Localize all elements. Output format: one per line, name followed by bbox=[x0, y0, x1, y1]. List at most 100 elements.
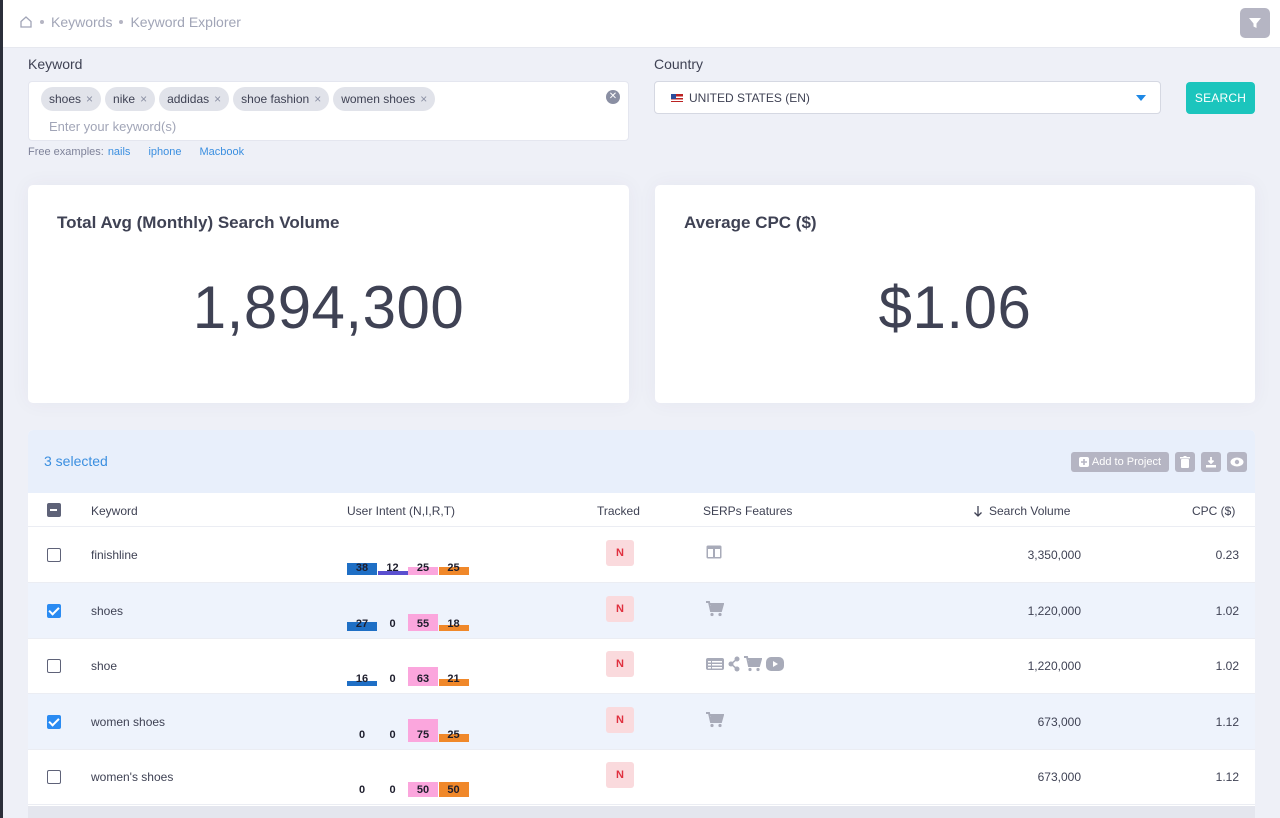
user-intent-bar: 0 0 75 25 bbox=[347, 718, 469, 742]
tracked-badge[interactable]: N bbox=[606, 762, 634, 788]
layout-icon[interactable] bbox=[706, 545, 722, 559]
download-button[interactable] bbox=[1201, 452, 1221, 472]
table-row[interactable]: women shoes 0 0 75 25 N 673,000 1.12 bbox=[28, 693, 1255, 750]
keyword-input[interactable] bbox=[49, 116, 449, 136]
tracked-badge[interactable]: N bbox=[606, 651, 634, 677]
example-link[interactable]: iphone bbox=[148, 146, 181, 158]
intent-segment: 50 bbox=[438, 773, 469, 797]
keyword-tag: women shoes × bbox=[333, 87, 436, 111]
cart-icon[interactable] bbox=[706, 711, 724, 728]
row-checkbox[interactable] bbox=[47, 659, 61, 673]
row-cpc: 1.12 bbox=[1215, 770, 1239, 784]
row-checkbox[interactable] bbox=[47, 714, 61, 729]
keyword-tag-label: women shoes bbox=[341, 92, 416, 106]
search-volume-title: Total Avg (Monthly) Search Volume bbox=[57, 213, 340, 232]
tag-remove-icon[interactable]: × bbox=[214, 92, 221, 106]
free-examples: Free examples: nails iphone Macbook bbox=[28, 146, 258, 158]
example-link[interactable]: nails bbox=[108, 146, 131, 158]
row-cpc: 1.02 bbox=[1215, 659, 1239, 673]
average-cpc-card: Average CPC ($) $1.06 bbox=[655, 185, 1255, 403]
breadcrumb: Keywords Keyword Explorer bbox=[19, 14, 241, 30]
intent-value: 25 bbox=[447, 562, 460, 574]
video-icon[interactable] bbox=[766, 657, 784, 671]
row-checkbox[interactable] bbox=[47, 603, 61, 618]
header-search-volume[interactable]: Search Volume bbox=[973, 504, 1070, 518]
row-keyword[interactable]: women shoes bbox=[91, 715, 165, 729]
intent-segment: 0 bbox=[378, 607, 408, 631]
intent-value: 0 bbox=[389, 728, 396, 741]
delete-button[interactable] bbox=[1175, 452, 1195, 472]
header-serps-features[interactable]: SERPs Features bbox=[703, 504, 792, 518]
tag-remove-icon[interactable]: × bbox=[420, 92, 427, 106]
tag-remove-icon[interactable]: × bbox=[86, 92, 93, 106]
tag-remove-icon[interactable]: × bbox=[140, 92, 147, 106]
tracked-badge[interactable]: N bbox=[606, 540, 634, 566]
table-row[interactable]: women's shoes 0 0 50 50 N 673,000 1.12 bbox=[28, 749, 1255, 805]
row-search-volume: 1,220,000 bbox=[1027, 659, 1081, 673]
row-keyword[interactable]: finishline bbox=[91, 548, 138, 562]
cart-icon[interactable] bbox=[744, 656, 762, 672]
intent-segment: 0 bbox=[347, 718, 377, 742]
average-cpc-title: Average CPC ($) bbox=[684, 213, 817, 232]
plus-icon bbox=[1078, 457, 1089, 467]
header-tracked[interactable]: Tracked bbox=[597, 504, 640, 518]
serps-features bbox=[706, 656, 784, 672]
row-checkbox[interactable] bbox=[47, 770, 61, 784]
add-to-project-button[interactable]: Add to Project bbox=[1070, 452, 1169, 472]
country-select[interactable]: UNITED STATES (EN) bbox=[654, 81, 1161, 114]
row-search-volume: 3,350,000 bbox=[1027, 548, 1081, 562]
country-label: Country bbox=[654, 56, 704, 72]
header-cpc[interactable]: CPC ($) bbox=[1192, 504, 1235, 518]
tag-remove-icon[interactable]: × bbox=[314, 92, 321, 106]
tracked-badge[interactable]: N bbox=[606, 706, 634, 733]
row-keyword[interactable]: women's shoes bbox=[91, 770, 173, 784]
clear-icon[interactable]: ✕ bbox=[606, 90, 620, 104]
filter-button[interactable] bbox=[1240, 8, 1270, 38]
intent-segment: 21 bbox=[438, 662, 469, 686]
download-icon bbox=[1205, 456, 1217, 468]
row-keyword[interactable]: shoes bbox=[91, 604, 123, 618]
intent-segment: 27 bbox=[347, 607, 377, 631]
list-icon[interactable] bbox=[706, 658, 724, 670]
intent-value: 50 bbox=[416, 784, 430, 796]
header-keyword[interactable]: Keyword bbox=[91, 504, 138, 518]
tracked-badge[interactable]: N bbox=[606, 595, 634, 622]
breadcrumb-separator bbox=[40, 20, 44, 24]
eye-icon bbox=[1230, 457, 1244, 467]
chevron-down-icon bbox=[1136, 95, 1146, 101]
user-intent-bar: 16 0 63 21 bbox=[347, 662, 469, 686]
table-row[interactable]: finishline 38 12 25 25 N 3,350,000 0.23 bbox=[28, 527, 1255, 583]
row-search-volume: 673,000 bbox=[1037, 770, 1081, 784]
intent-value: 25 bbox=[447, 728, 460, 741]
search-button[interactable]: SEARCH bbox=[1186, 82, 1255, 114]
home-icon[interactable] bbox=[19, 15, 33, 29]
table-row[interactable]: shoe 16 0 63 21 N 1,220,000 1.02 bbox=[28, 638, 1255, 694]
cart-icon[interactable] bbox=[706, 600, 724, 617]
share-icon[interactable] bbox=[728, 656, 740, 672]
breadcrumb-item-keyword-explorer: Keyword Explorer bbox=[130, 14, 241, 30]
table-row[interactable]: shoes 27 0 55 18 N 1,220,000 1.02 bbox=[28, 582, 1255, 639]
intent-value: 25 bbox=[416, 562, 430, 574]
example-link[interactable]: Macbook bbox=[199, 146, 244, 158]
intent-value: 27 bbox=[355, 617, 369, 630]
average-cpc-value: $1.06 bbox=[878, 274, 1032, 341]
search-volume-value: 1,894,300 bbox=[192, 274, 465, 341]
intent-segment: 12 bbox=[377, 551, 408, 575]
intent-value: 38 bbox=[355, 562, 369, 574]
intent-value: 75 bbox=[416, 728, 430, 741]
row-keyword[interactable]: shoe bbox=[91, 659, 117, 673]
table-actions: Add to Project bbox=[1070, 452, 1247, 472]
header-user-intent[interactable]: User Intent (N,I,R,T) bbox=[347, 504, 455, 518]
row-checkbox[interactable] bbox=[47, 548, 61, 562]
intent-segment: 0 bbox=[378, 718, 408, 742]
keyword-tag-label: shoes bbox=[49, 92, 82, 106]
table-scroll-edge bbox=[28, 806, 1255, 818]
keyword-tag: shoe fashion × bbox=[233, 87, 330, 111]
row-cpc: 0.23 bbox=[1215, 548, 1239, 562]
view-button[interactable] bbox=[1227, 452, 1247, 472]
row-search-volume: 673,000 bbox=[1037, 714, 1081, 729]
breadcrumb-item-keywords[interactable]: Keywords bbox=[51, 14, 112, 30]
select-all-checkbox[interactable] bbox=[47, 503, 61, 517]
keyword-input-box[interactable]: shoes × nike × addidas × shoe fashion × wome… bbox=[28, 81, 629, 141]
intent-value: 0 bbox=[389, 673, 396, 685]
